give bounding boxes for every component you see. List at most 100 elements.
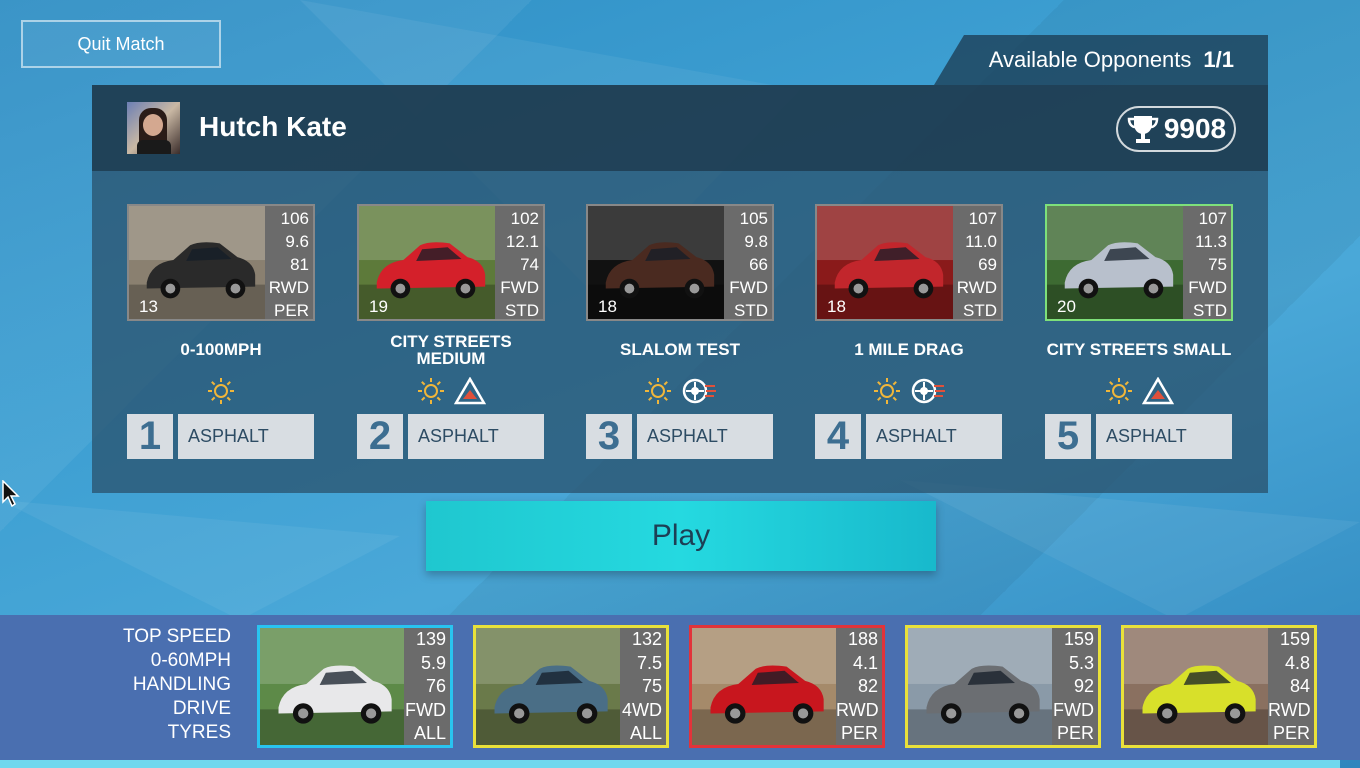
event-number: 1 (127, 414, 173, 459)
car-stat: 81 (290, 255, 309, 274)
car-stat: 107 (968, 209, 997, 228)
car-stat: 75 (1208, 255, 1227, 274)
car-stat: 12.1 (505, 232, 539, 251)
car-rating: 18 (598, 297, 617, 316)
car-stats: 106 9.6 81 RWD PER (265, 206, 313, 320)
event-name: 0-100MPH (180, 340, 262, 359)
trophy-icon (1127, 116, 1159, 143)
car-stat: 159 (1063, 629, 1094, 649)
opponent-car-card[interactable]: 105 9.8 66 FWD STD 18 (586, 204, 774, 321)
available-opponents-tab: Available Opponents 1/1 (934, 35, 1268, 85)
car-stat: FWD (1053, 699, 1094, 720)
player-car-card[interactable]: 132 7.5 75 4WD ALL (473, 625, 669, 748)
event-number: 4 (815, 414, 861, 459)
car-photo (1124, 628, 1268, 745)
car-stats: 132 7.5 75 4WD ALL (620, 628, 666, 745)
event-conditions (127, 374, 315, 408)
car-rating: 13 (139, 297, 158, 316)
quit-match-button[interactable]: Quit Match (21, 20, 221, 68)
car-stat: RWD (836, 699, 879, 720)
car-rating: 18 (827, 297, 846, 316)
car-stat: 84 (1289, 676, 1310, 696)
car-stat: FWD (500, 278, 539, 297)
car-stat: 4.1 (852, 652, 878, 673)
car-stat: 159 (1279, 629, 1310, 649)
event-name: 1 MILE DRAG (854, 340, 964, 359)
car-stats: 107 11.0 69 RWD STD (953, 206, 1001, 320)
stat-label-top-speed: TOP SPEED (122, 626, 231, 647)
play-button[interactable]: Play (426, 501, 936, 571)
tyre-icon (682, 378, 716, 404)
opponent-car-card[interactable]: 107 11.0 69 RWD STD 18 (815, 204, 1003, 321)
car-stat: 132 (631, 629, 662, 649)
event-surface: ASPHALT (178, 414, 314, 459)
car-stat: 5.9 (420, 652, 446, 673)
sun-icon (1106, 378, 1132, 404)
car-stat: 107 (1198, 209, 1227, 228)
car-stat: 7.5 (636, 652, 662, 673)
car-stat: 82 (857, 676, 878, 696)
cursor-icon (2, 480, 20, 508)
available-opponents-count: 1/1 (1203, 47, 1234, 72)
car-stat: STD (963, 301, 997, 320)
opponent-car-card[interactable]: 102 12.1 74 FWD STD 19 (357, 204, 545, 321)
opponent-car-card[interactable]: 106 9.6 81 RWD PER 13 (127, 204, 315, 321)
bottom-strip (0, 760, 1340, 768)
event-surface: ASPHALT (866, 414, 1002, 459)
car-stats: 102 12.1 74 FWD STD (495, 206, 543, 320)
player-hand: TOP SPEED 0-60MPH HANDLING DRIVE TYRES 1… (0, 615, 1360, 760)
car-rating: 20 (1057, 297, 1076, 316)
event-conditions (586, 374, 774, 408)
car-stat: 11.0 (965, 232, 997, 251)
sun-icon (874, 378, 900, 404)
opponent-header: Hutch Kate 9908 (92, 85, 1268, 171)
stat-labels: TOP SPEED 0-60MPH HANDLING DRIVE TYRES (100, 625, 231, 745)
stat-label-tyres: TYRES (167, 722, 231, 743)
car-stat: FWD (729, 278, 768, 297)
event-name: SLALOM TEST (620, 340, 740, 359)
car-stat: ALL (629, 723, 662, 743)
car-stat: 102 (510, 209, 539, 228)
event-number: 3 (586, 414, 632, 459)
car-stat: PER (1056, 723, 1094, 743)
car-stats: 139 5.9 76 FWD ALL (404, 628, 450, 745)
car-stat: 11.3 (1195, 232, 1227, 251)
event-name: CITY STREETS MEDIUM (390, 332, 512, 368)
car-stat: 69 (978, 255, 997, 274)
player-car-card[interactable]: 139 5.9 76 FWD ALL (257, 625, 453, 748)
player-car-card[interactable]: 188 4.1 82 RWD PER (689, 625, 885, 748)
car-stat: 92 (1073, 676, 1094, 696)
event-name: CITY STREETS SMALL (1046, 340, 1232, 359)
sun-icon (645, 378, 671, 404)
player-car-card[interactable]: 159 4.8 84 RWD PER (1121, 625, 1317, 748)
stat-label-handling: HANDLING (132, 674, 231, 695)
stat-label-drive: DRIVE (172, 698, 231, 719)
opponent-panel: Hutch Kate 9908 106 9.6 81 RWD PER 13 0-100MP… (92, 85, 1268, 493)
car-stat: 9.6 (285, 232, 309, 251)
car-stat: PER (1272, 723, 1310, 743)
car-stat: 188 (847, 629, 878, 649)
car-stat: RWD (956, 278, 997, 297)
car-stat: 75 (641, 676, 662, 696)
car-stat: STD (734, 301, 768, 320)
car-stat: 74 (520, 255, 539, 274)
car-stats: 159 4.8 84 RWD PER (1268, 628, 1314, 745)
trophy-badge: 9908 (1116, 106, 1236, 152)
trophy-count: 9908 (1163, 113, 1227, 144)
car-stat: ALL (413, 723, 446, 743)
stat-label-0-60mph: 0-60MPH (150, 650, 231, 671)
avatar (127, 102, 180, 154)
car-stat: PER (274, 301, 309, 320)
event-number: 5 (1045, 414, 1091, 459)
sun-icon (418, 378, 444, 404)
event-surface: ASPHALT (408, 414, 544, 459)
car-photo (260, 628, 404, 745)
car-stat: PER (840, 723, 878, 743)
car-stat: RWD (1268, 699, 1311, 720)
warning-triangle-icon (454, 377, 486, 405)
opponent-car-card[interactable]: 107 11.3 75 FWD STD 20 (1045, 204, 1233, 321)
player-car-card[interactable]: 159 5.3 92 FWD PER (905, 625, 1101, 748)
car-photo (692, 628, 836, 745)
car-stat: 105 (739, 209, 768, 228)
car-stat: 4.8 (1284, 652, 1310, 673)
